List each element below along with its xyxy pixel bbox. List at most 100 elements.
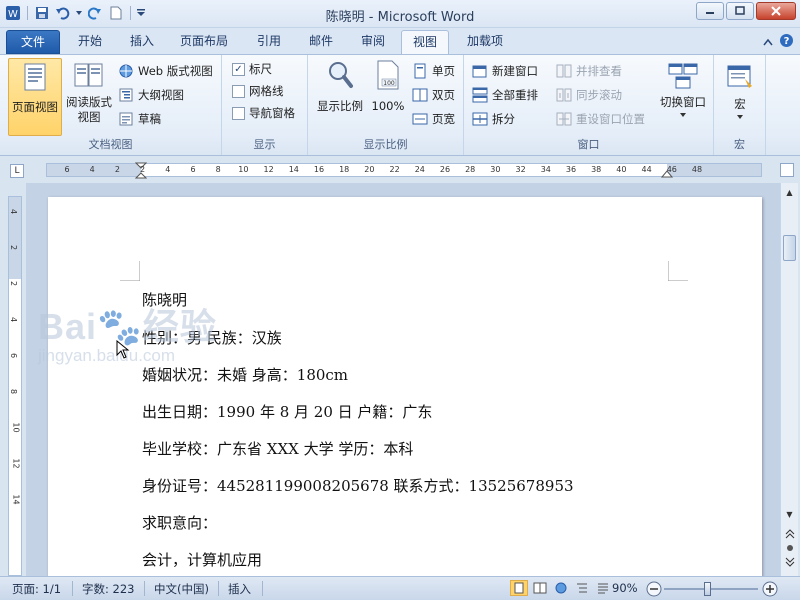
close-button[interactable] (756, 2, 796, 20)
ruler-tick: 2 (140, 165, 146, 174)
vertical-scrollbar[interactable]: ▲ ▼ (780, 183, 798, 576)
svg-text:100: 100 (383, 80, 395, 87)
group-label-document-views: 文档视图 (88, 138, 133, 151)
status-insert-mode[interactable]: 插入 (228, 581, 251, 597)
maximize-button[interactable] (726, 2, 754, 20)
view-ruler-toggle-icon[interactable] (780, 163, 794, 177)
minimize-button[interactable] (696, 2, 724, 20)
navigation-pane-checkbox[interactable]: 导航窗格 (232, 103, 295, 123)
status-draft-icon[interactable] (594, 580, 612, 596)
status-bar: 页面: 1/1 字数: 223 中文(中国) 插入 90% (0, 576, 800, 600)
reset-position-label: 重设窗口位置 (576, 112, 645, 126)
undo-icon[interactable] (54, 4, 72, 22)
status-page[interactable]: 页面: 1/1 (12, 581, 61, 597)
ruler-tick: 26 (439, 165, 451, 174)
status-separator (218, 581, 219, 596)
redo-icon[interactable] (86, 4, 104, 22)
word-app-icon[interactable]: W (4, 4, 22, 22)
browse-object-icon[interactable] (783, 541, 796, 555)
horizontal-ruler[interactable]: 6 4 2 2 4 6 8 10 12 14 16 18 20 22 24 26 28 30 32 34 36 38 40 4… (46, 162, 762, 179)
zoom-slider-track[interactable] (664, 588, 758, 590)
one-page-icon (414, 63, 426, 79)
tab-view[interactable]: 视图 (401, 30, 449, 54)
new-document-icon[interactable] (107, 4, 125, 22)
web-layout-icon (119, 64, 133, 78)
tab-mailings[interactable]: 邮件 (298, 30, 344, 54)
zoom-button[interactable]: 显示比例 (312, 59, 368, 119)
ruler-checkbox[interactable]: ✓ 标尺 (232, 59, 272, 79)
one-page-button[interactable]: 单页 (412, 61, 455, 81)
web-layout-button[interactable]: Web 版式视图 (118, 61, 213, 81)
tab-selector-icon[interactable]: L (10, 164, 24, 178)
minimize-ribbon-icon[interactable] (763, 35, 773, 49)
status-word-count[interactable]: 字数: 223 (82, 581, 134, 597)
ruler-tick: 2 (114, 165, 120, 174)
status-web-layout-icon[interactable] (552, 580, 570, 596)
status-reading-icon[interactable] (531, 580, 549, 596)
zoom-out-icon[interactable] (646, 581, 662, 600)
status-outline-icon[interactable] (573, 580, 591, 596)
status-separator (72, 581, 73, 596)
customize-qat-icon[interactable] (136, 4, 146, 22)
scroll-up-icon[interactable]: ▲ (783, 185, 796, 199)
macros-button[interactable]: 宏 (718, 63, 762, 133)
page-width-button[interactable]: 页宽 (412, 109, 455, 129)
save-icon[interactable] (33, 4, 51, 22)
full-screen-reading-button[interactable]: 阅读版式 视图 (62, 61, 116, 137)
two-pages-button[interactable]: 双页 (412, 85, 455, 105)
doc-line-objective-detail[interactable]: 会计，计算机应用 (142, 549, 262, 570)
vruler-tick: 12 (11, 458, 21, 469)
tab-review[interactable]: 审阅 (350, 30, 396, 54)
scrollbar-thumb[interactable] (783, 235, 796, 261)
print-layout-icon (24, 63, 46, 91)
doc-line-birthdate[interactable]: 出生日期：1990 年 8 月 20 日 户籍：广东 (142, 401, 432, 422)
tab-home[interactable]: 开始 (66, 30, 114, 54)
zoom-100-label: 100% (371, 99, 405, 113)
new-window-button[interactable]: 新建窗口 (472, 61, 538, 81)
reading-layout-icon (74, 63, 103, 87)
side-by-side-icon (556, 64, 572, 78)
nav-pane-label: 导航窗格 (249, 106, 295, 120)
reset-window-position-button[interactable]: 重设窗口位置 (556, 109, 645, 129)
two-pages-label: 双页 (432, 88, 455, 102)
ruler-right-margin (667, 164, 761, 176)
ruler-tick: 16 (313, 165, 325, 174)
document-area[interactable]: 陈晓明 性别：男 民族：汉族 婚姻状况：未婚 身高：180cm 出生日期：199… (26, 183, 780, 576)
status-language[interactable]: 中文(中国) (154, 581, 209, 597)
vertical-ruler[interactable]: 4 2 2 4 6 8 10 12 14 (8, 196, 22, 576)
ribbon-tabs: 文件 开始 插入 页面布局 引用 邮件 审阅 视图 加载项 ? (0, 28, 800, 54)
doc-line-id[interactable]: 身份证号：445281199008205678 联系方式：13525678953 (142, 475, 574, 496)
zoom-in-icon[interactable] (762, 581, 778, 600)
scroll-down-icon[interactable]: ▼ (783, 507, 796, 521)
view-side-by-side-button[interactable]: 并排查看 (556, 61, 622, 81)
page-width-label: 页宽 (432, 112, 455, 126)
gridlines-checkbox[interactable]: 网格线 (232, 81, 284, 101)
undo-dropdown-icon[interactable] (75, 4, 83, 22)
draft-button[interactable]: 草稿 (118, 109, 161, 129)
doc-line-school[interactable]: 毕业学校：广东省 XXX 大学 学历：本科 (142, 438, 413, 459)
help-icon[interactable]: ? (779, 33, 794, 51)
arrange-all-button[interactable]: 全部重排 (472, 85, 538, 105)
status-print-layout-icon[interactable] (510, 580, 528, 596)
zoom-slider-thumb[interactable] (704, 582, 711, 596)
outline-button[interactable]: 大纲视图 (118, 85, 184, 105)
tab-file[interactable]: 文件 (6, 30, 60, 54)
tab-references[interactable]: 引用 (246, 30, 292, 54)
macros-label: 宏 (734, 97, 746, 111)
one-page-label: 单页 (432, 64, 455, 78)
vruler-tick: 8 (9, 388, 19, 395)
doc-line-objective[interactable]: 求职意向： (142, 512, 217, 533)
synchronous-scrolling-button[interactable]: 同步滚动 (556, 85, 622, 105)
zoom-100-button[interactable]: 100 100% (368, 59, 408, 119)
tab-addins[interactable]: 加载项 (456, 30, 514, 54)
previous-page-icon[interactable] (783, 527, 796, 541)
next-page-icon[interactable] (783, 555, 796, 569)
tab-insert[interactable]: 插入 (118, 30, 166, 54)
document-page[interactable]: 陈晓明 性别：男 民族：汉族 婚姻状况：未婚 身高：180cm 出生日期：199… (48, 197, 762, 576)
tab-page-layout[interactable]: 页面布局 (172, 30, 236, 54)
print-layout-button[interactable]: 页面视图 (8, 58, 62, 136)
status-zoom-level[interactable]: 90% (612, 581, 638, 595)
split-button[interactable]: 拆分 (472, 109, 515, 129)
baidu-watermark: Bai🐾经验 jingyan.baidu.com (38, 298, 268, 378)
switch-windows-button[interactable]: 切换窗口 (656, 61, 710, 131)
